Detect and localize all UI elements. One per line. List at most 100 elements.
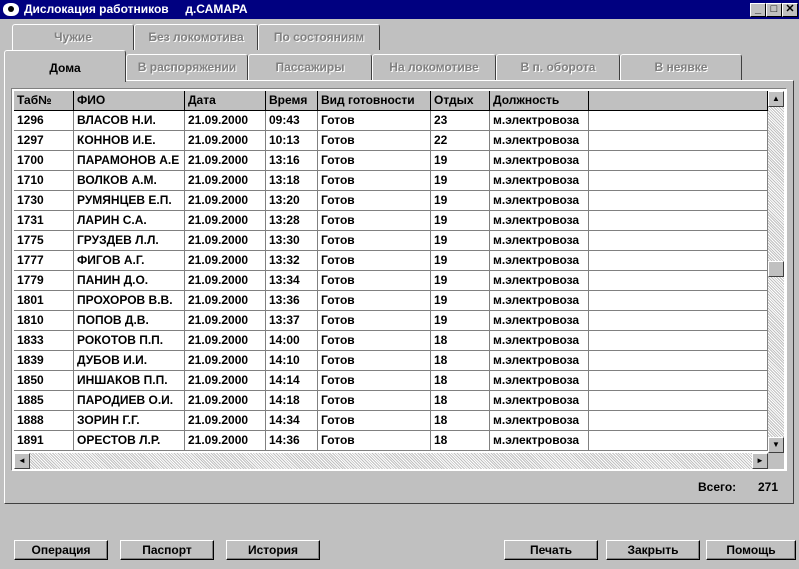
cell-tabnum: 1296: [14, 111, 74, 131]
eye-icon[interactable]: [3, 3, 19, 16]
cell-time: 14:34: [266, 411, 318, 431]
cell-empty: [589, 331, 768, 351]
cell-readiness: Готов: [318, 251, 431, 271]
tab-bez-lokomotiva[interactable]: Без локомотива: [134, 24, 258, 50]
table-row[interactable]: 1891 ОРЕСТОВ Л.Р. 21.09.2000 14:36 Готов 18 м.…: [14, 431, 768, 451]
cell-fio: КОННОВ И.Е.: [74, 131, 185, 151]
col-header-date[interactable]: Дата: [185, 91, 266, 111]
tab-v-neyavke[interactable]: В неявке: [620, 54, 742, 80]
cell-empty: [589, 431, 768, 451]
tab-chuzhie[interactable]: Чужие: [12, 24, 134, 50]
cell-rest: 19: [431, 291, 490, 311]
cell-tabnum: 1731: [14, 211, 74, 231]
scroll-down-icon[interactable]: ▼: [768, 437, 784, 453]
table-row[interactable]: 1731 ЛАРИН С.А. 21.09.2000 13:28 Готов 19 м.эл…: [14, 211, 768, 231]
cell-rest: 19: [431, 191, 490, 211]
cell-rest: 19: [431, 171, 490, 191]
cell-position: м.электровоза: [490, 431, 589, 451]
col-header-fio[interactable]: ФИО: [74, 91, 185, 111]
col-header-position[interactable]: Должность: [490, 91, 589, 111]
col-header-time[interactable]: Время: [266, 91, 318, 111]
cell-rest: 18: [431, 391, 490, 411]
maximize-button[interactable]: □: [766, 3, 782, 17]
table-row[interactable]: 1710 ВОЛКОВ А.М. 21.09.2000 13:18 Готов 19 м.э…: [14, 171, 768, 191]
cell-fio: ОРЕСТОВ Л.Р.: [74, 431, 185, 451]
cell-date: 21.09.2000: [185, 251, 266, 271]
cell-readiness: Готов: [318, 231, 431, 251]
table-row[interactable]: 1297 КОННОВ И.Е. 21.09.2000 10:13 Готов 22 м.э…: [14, 131, 768, 151]
cell-readiness: Готов: [318, 151, 431, 171]
scroll-left-icon[interactable]: ◄: [14, 453, 30, 469]
cell-time: 13:34: [266, 271, 318, 291]
cell-fio: ЛАРИН С.А.: [74, 211, 185, 231]
cell-time: 13:32: [266, 251, 318, 271]
table-row[interactable]: 1850 ИНШАКОВ П.П. 21.09.2000 14:14 Готов 18 м.…: [14, 371, 768, 391]
tab-na-lokomotive[interactable]: На локомотиве: [372, 54, 496, 80]
tab-v-p-oborota[interactable]: В п. оборота: [496, 54, 620, 80]
table-row[interactable]: 1779 ПАНИН Д.О. 21.09.2000 13:34 Готов 19 м.эл…: [14, 271, 768, 291]
cell-readiness: Готов: [318, 271, 431, 291]
cell-date: 21.09.2000: [185, 231, 266, 251]
cell-position: м.электровоза: [490, 311, 589, 331]
cell-date: 21.09.2000: [185, 171, 266, 191]
cell-tabnum: 1779: [14, 271, 74, 291]
table-row[interactable]: 1296 ВЛАСОВ Н.И. 21.09.2000 09:43 Готов 23 м.э…: [14, 111, 768, 131]
close-button[interactable]: Закрыть: [606, 540, 700, 560]
table-row[interactable]: 1700 ПАРАМОНОВ А.Е 21.09.2000 13:16 Готов 19 м…: [14, 151, 768, 171]
close-window-button[interactable]: ✕: [782, 3, 798, 17]
cell-rest: 19: [431, 311, 490, 331]
table-row[interactable]: 1885 ПАРОДИЕВ О.И. 21.09.2000 14:18 Готов 18 м…: [14, 391, 768, 411]
cell-position: м.электровоза: [490, 251, 589, 271]
cell-date: 21.09.2000: [185, 331, 266, 351]
cell-date: 21.09.2000: [185, 131, 266, 151]
col-header-rest[interactable]: Отдых: [431, 91, 490, 111]
col-header-tabnum[interactable]: Таб№: [14, 91, 74, 111]
help-button[interactable]: Помощь: [706, 540, 796, 560]
cell-time: 14:14: [266, 371, 318, 391]
table-row[interactable]: 1777 ФИГОВ А.Г. 21.09.2000 13:32 Готов 19 м.эл…: [14, 251, 768, 271]
history-button[interactable]: История: [226, 540, 320, 560]
vertical-scrollbar[interactable]: ▲ ▼: [768, 91, 784, 453]
tab-doma[interactable]: Дома: [4, 50, 126, 82]
cell-tabnum: 1801: [14, 291, 74, 311]
cell-empty: [589, 131, 768, 151]
cell-date: 21.09.2000: [185, 271, 266, 291]
cell-time: 14:36: [266, 431, 318, 451]
scroll-up-icon[interactable]: ▲: [768, 91, 784, 107]
tab-passazhiry[interactable]: Пассажиры: [248, 54, 372, 80]
cell-position: м.электровоза: [490, 331, 589, 351]
passport-button[interactable]: Паспорт: [120, 540, 214, 560]
cell-time: 14:10: [266, 351, 318, 371]
cell-empty: [589, 191, 768, 211]
table-row[interactable]: 1839 ДУБОВ И.И. 21.09.2000 14:10 Готов 18 м.эл…: [14, 351, 768, 371]
table-row[interactable]: 1801 ПРОХОРОВ В.В. 21.09.2000 13:36 Готов 19 м…: [14, 291, 768, 311]
cell-position: м.электровоза: [490, 371, 589, 391]
table-row[interactable]: 1730 РУМЯНЦЕВ Е.П. 21.09.2000 13:20 Готов 19 м…: [14, 191, 768, 211]
table-row[interactable]: 1810 ПОПОВ Д.В. 21.09.2000 13:37 Готов 19 м.эл…: [14, 311, 768, 331]
window-title: Дислокация работников д.САМАРА: [24, 2, 248, 16]
cell-readiness: Готов: [318, 431, 431, 451]
print-button[interactable]: Печать: [504, 540, 598, 560]
table-row[interactable]: 1775 ГРУЗДЕВ Л.Л. 21.09.2000 13:30 Готов 19 м.…: [14, 231, 768, 251]
horizontal-scrollbar[interactable]: ◄ ►: [14, 453, 768, 469]
cell-fio: РОКОТОВ П.П.: [74, 331, 185, 351]
scroll-right-icon[interactable]: ►: [752, 453, 768, 469]
scroll-thumb[interactable]: [768, 261, 784, 277]
workers-table[interactable]: Таб№ ФИО Дата Время Вид готовности Отдых…: [11, 88, 787, 471]
cell-readiness: Готов: [318, 411, 431, 431]
scroll-corner: [768, 453, 784, 469]
table-row[interactable]: 1888 ЗОРИН Г.Г. 21.09.2000 14:34 Готов 18 м.эл…: [14, 411, 768, 431]
total-value: 271: [758, 480, 779, 494]
minimize-button[interactable]: _: [750, 3, 766, 17]
cell-position: м.электровоза: [490, 291, 589, 311]
col-header-readiness[interactable]: Вид готовности: [318, 91, 431, 111]
cell-position: м.электровоза: [490, 411, 589, 431]
cell-tabnum: 1833: [14, 331, 74, 351]
tab-v-rasporyazhenii[interactable]: В распоряжении: [126, 54, 248, 80]
operation-button[interactable]: Операция: [14, 540, 108, 560]
table-row[interactable]: 1833 РОКОТОВ П.П. 21.09.2000 14:00 Готов 18 м.…: [14, 331, 768, 351]
tab-po-sostoyaniyam[interactable]: По состояниям: [258, 24, 380, 50]
cell-tabnum: 1850: [14, 371, 74, 391]
cell-tabnum: 1810: [14, 311, 74, 331]
col-header-empty: [589, 91, 768, 111]
